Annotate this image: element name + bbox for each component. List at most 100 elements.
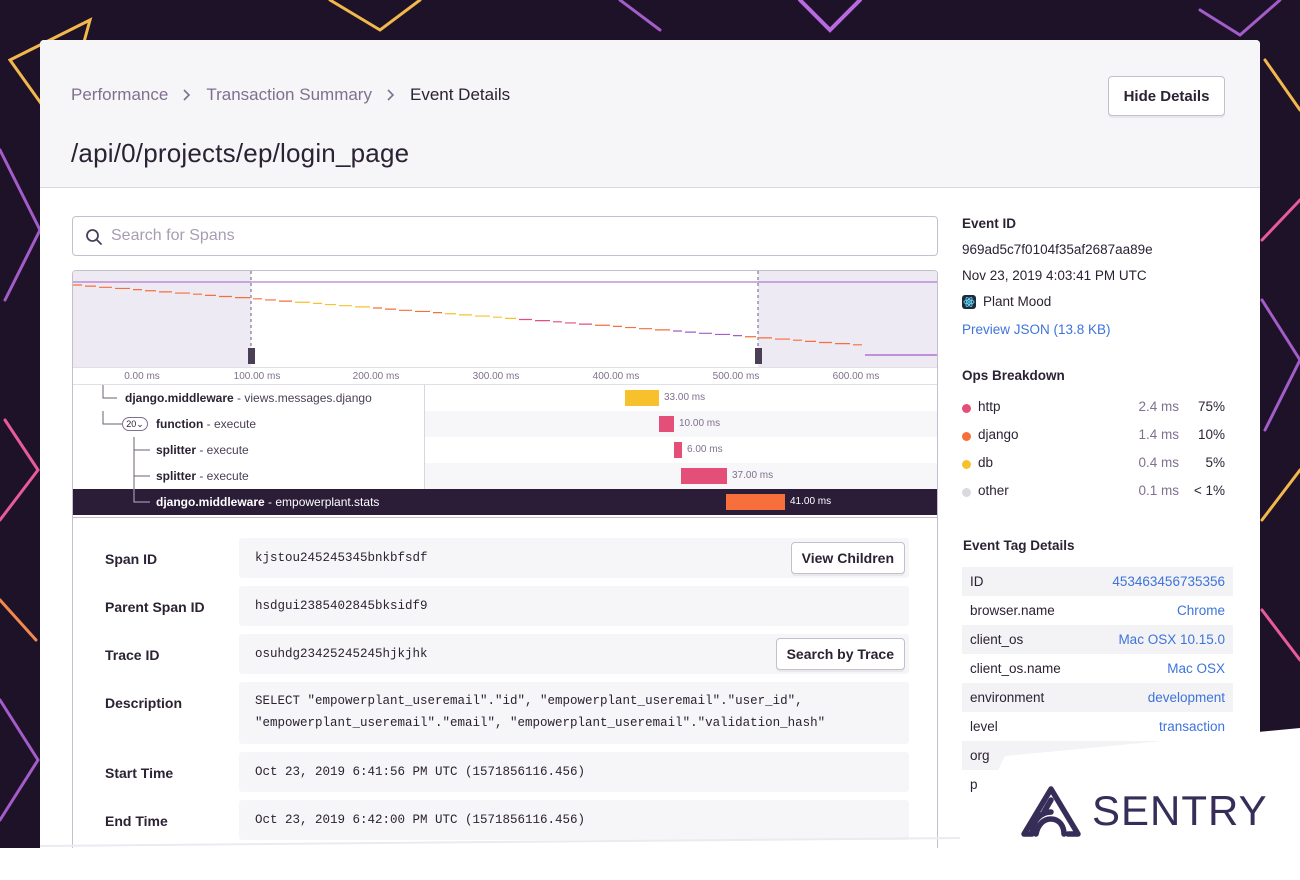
breadcrumb: Performance Transaction Summary Event De… [71, 85, 510, 105]
ops-name: db [978, 455, 994, 470]
description-value-box: SELECT "empowerplant_useremail"."id", "e… [239, 682, 909, 744]
span-row[interactable]: splitter - execute 6.00 ms [73, 437, 937, 463]
ops-percent: 5% [1205, 455, 1225, 470]
ops-percent: 10% [1197, 427, 1225, 442]
page-header: Performance Transaction Summary Event De… [40, 40, 1260, 188]
span-op: django.middleware [125, 391, 234, 405]
tag-key: client_os [970, 632, 1024, 647]
ops-name: other [978, 483, 1009, 498]
ops-name: http [978, 399, 1001, 414]
timeline-ticks: 0.00 ms 100.00 ms 200.00 ms 300.00 ms 40… [73, 367, 937, 385]
span-id-value-box: kjstou245245345bnkbfsdf View Children [239, 538, 909, 578]
description-line-1: SELECT "empowerplant_useremail"."id", "e… [255, 694, 803, 708]
tick-label: 300.00 ms [472, 371, 520, 382]
ops-item: db 0.4 ms 5% [962, 454, 1225, 474]
ops-item: http 2.4 ms 75% [962, 398, 1225, 418]
trace-view: 0.00 ms 100.00 ms 200.00 ms 300.00 ms 40… [72, 270, 938, 518]
db-color-dot [962, 460, 971, 469]
event-tags-table: ID 453463456735356 browser.name Chrome cli… [962, 567, 1233, 799]
tag-key: environment [970, 690, 1045, 705]
tick-label: 500.00 ms [712, 371, 760, 382]
ops-item: django 1.4 ms 10% [962, 426, 1225, 446]
span-row-selected[interactable]: django.middleware - empowerplant.stats 4… [73, 489, 937, 515]
hide-details-button[interactable]: Hide Details [1108, 76, 1225, 116]
span-desc: - execute [196, 469, 249, 483]
preview-json-link[interactable]: Preview JSON (13.8 KB) [962, 322, 1111, 337]
ops-percent: < 1% [1193, 483, 1225, 498]
ops-percent: 75% [1197, 399, 1225, 414]
search-by-trace-button[interactable]: Search by Trace [775, 638, 905, 670]
span-children-toggle[interactable]: 20⌄ [122, 417, 148, 431]
event-id-value: 969ad5c7f0104f35af2687aa89e [962, 242, 1153, 257]
breadcrumb-performance[interactable]: Performance [71, 85, 168, 105]
span-row[interactable]: splitter - execute 37.00 ms [73, 463, 937, 489]
django-color-dot [962, 432, 971, 441]
ops-time: 0.1 ms [1138, 483, 1179, 498]
span-duration: 41.00 ms [790, 496, 832, 507]
tick-label: 100.00 ms [233, 371, 281, 382]
tag-row: browser.name Chrome [962, 596, 1233, 625]
ops-item: other 0.1 ms < 1% [962, 482, 1225, 502]
end-time-value: Oct 23, 2019 6:42:00 PM UTC (1571856116.… [255, 813, 586, 827]
span-desc: - views.messages.django [233, 391, 372, 405]
start-time-label: Start Time [105, 765, 174, 781]
ops-breakdown-heading: Ops Breakdown [962, 368, 1065, 383]
trace-id-label: Trace ID [105, 647, 160, 663]
tag-value[interactable]: development [1148, 690, 1225, 705]
trace-minimap[interactable] [73, 271, 938, 367]
start-time-value: Oct 23, 2019 6:41:56 PM UTC (1571856116.… [255, 765, 586, 779]
event-date: Nov 23, 2019 4:03:41 PM UTC [962, 268, 1147, 283]
parent-span-id-value: hsdgui2385402845bksidf9 [255, 599, 428, 613]
span-bar [659, 416, 674, 432]
span-op: splitter [156, 469, 197, 483]
tick-label: 0.00 ms [124, 371, 160, 382]
chevron-right-icon [183, 89, 191, 101]
sentry-logo-text: SENTRY [1092, 787, 1268, 834]
breadcrumb-current: Event Details [409, 85, 511, 104]
ops-time: 1.4 ms [1138, 427, 1179, 442]
trace-id-value: osuhdg23425245245hjkjhk [255, 647, 428, 661]
span-duration: 33.00 ms [664, 392, 706, 403]
start-time-value-box: Oct 23, 2019 6:41:56 PM UTC (1571856116.… [239, 752, 909, 792]
span-search[interactable] [72, 216, 938, 256]
ops-time: 0.4 ms [1138, 455, 1179, 470]
parent-span-id-label: Parent Span ID [105, 599, 205, 615]
span-desc: - execute [203, 417, 257, 431]
http-color-dot [962, 404, 971, 413]
span-details-panel: Span ID kjstou245245345bnkbfsdf View Chi… [72, 518, 938, 850]
span-op: splitter [156, 443, 197, 457]
tag-value[interactable]: 453463456735356 [1112, 574, 1225, 589]
span-op: django.middleware [156, 495, 265, 509]
span-row[interactable]: django.middleware - views.messages.djang… [73, 385, 937, 411]
ops-time: 2.4 ms [1138, 399, 1179, 414]
tag-value[interactable]: transaction [1159, 719, 1225, 734]
span-bar [726, 494, 785, 510]
tag-key: client_os.name [970, 661, 1061, 676]
end-time-value-box: Oct 23, 2019 6:42:00 PM UTC (1571856116.… [239, 800, 909, 840]
breadcrumb-transaction-summary[interactable]: Transaction Summary [206, 85, 372, 105]
tag-value[interactable]: Mac OSX [1167, 661, 1225, 676]
tag-value[interactable]: Mac OSX 10.15.0 [1118, 632, 1225, 647]
trace-id-value-box: osuhdg23425245245hjkjhk Search by Trace [239, 634, 909, 674]
tag-value[interactable]: Chrome [1177, 603, 1225, 618]
sentry-logo-icon [1021, 786, 1081, 837]
event-id-heading: Event ID [962, 216, 1017, 231]
tag-row: ID 453463456735356 [962, 567, 1233, 596]
tag-key: browser.name [970, 603, 1055, 618]
span-row[interactable]: 20⌄ function - execute 10.00 ms [73, 411, 937, 437]
other-color-dot [962, 488, 971, 497]
project-name[interactable]: Plant Mood [983, 294, 1051, 309]
span-duration: 6.00 ms [687, 444, 723, 455]
event-tags-heading: Event Tag Details [963, 538, 1075, 553]
span-tree: django.middleware - views.messages.djang… [73, 385, 937, 515]
view-children-button[interactable]: View Children [790, 542, 905, 574]
tag-row: client_os.name Mac OSX [962, 654, 1233, 683]
chevron-right-icon [387, 89, 395, 101]
app-window: Performance Transaction Summary Event De… [40, 40, 1260, 850]
span-desc: - empowerplant.stats [264, 495, 380, 509]
minimap-right-handle [755, 348, 762, 364]
span-duration: 10.00 ms [679, 418, 721, 429]
tag-key: org [970, 748, 990, 763]
search-icon [86, 229, 102, 245]
search-input[interactable] [111, 225, 911, 247]
